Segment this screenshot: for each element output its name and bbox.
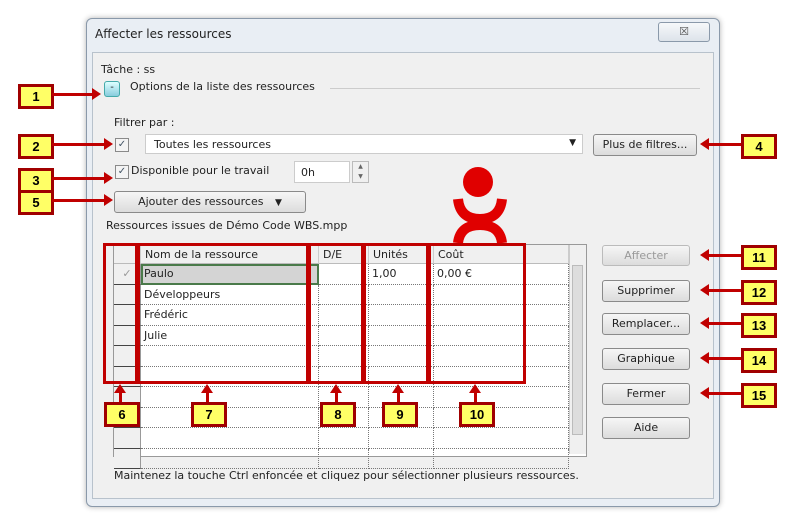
arrow-icon [52, 199, 106, 202]
cell-name[interactable] [141, 387, 319, 408]
more-filters-button[interactable]: Plus de filtres... [593, 134, 697, 156]
arrow-icon [706, 143, 741, 146]
arrowhead-icon [114, 384, 126, 393]
logo [453, 167, 507, 244]
highlight-9 [363, 243, 429, 384]
arrowhead-icon [201, 384, 213, 393]
hours-spinner[interactable]: ▲ ▼ [352, 161, 369, 183]
cell-name[interactable] [141, 407, 319, 428]
arrowhead-icon [700, 249, 709, 261]
cell-cost[interactable] [434, 428, 569, 449]
arrowhead-icon [700, 138, 709, 150]
arrowhead-icon [330, 384, 342, 393]
highlight-8 [308, 243, 364, 384]
vertical-scrollbar[interactable] [569, 245, 586, 454]
callout-14: 14 [741, 348, 777, 373]
arrow-icon [706, 289, 741, 292]
callout-1: 1 [18, 84, 54, 109]
callout-9: 9 [382, 402, 418, 427]
callout-11: 11 [741, 245, 777, 270]
divider [330, 88, 700, 89]
chevron-down-icon: ▼ [569, 138, 576, 148]
replace-button[interactable]: Remplacer... [602, 313, 690, 335]
arrowhead-icon [104, 172, 113, 184]
add-resources-button[interactable]: Ajouter des ressources ▼ [114, 191, 306, 213]
cell-units[interactable] [369, 428, 434, 449]
filter-checkbox[interactable]: ✓ [115, 138, 129, 152]
highlight-10 [428, 243, 526, 384]
scrollbar-thumb[interactable] [572, 265, 583, 435]
help-button[interactable]: Aide [602, 417, 690, 439]
close-button[interactable]: Fermer [602, 383, 690, 405]
add-resources-label: Ajouter des ressources [138, 195, 264, 208]
arrowhead-icon [469, 384, 481, 393]
arrowhead-icon [104, 138, 113, 150]
cell-cost[interactable] [434, 387, 569, 408]
filter-label: Filtrer par : [114, 116, 175, 129]
close-icon[interactable]: ☒ [658, 22, 710, 42]
arrowhead-icon [700, 387, 709, 399]
arrow-icon [52, 177, 106, 180]
callout-7: 7 [191, 402, 227, 427]
highlight-7 [137, 243, 309, 384]
arrowhead-icon [92, 88, 101, 100]
resources-source-label: Ressources issues de Démo Code WBS.mpp [106, 219, 348, 232]
callout-4: 4 [741, 134, 777, 159]
assign-button[interactable]: Affecter [602, 245, 690, 266]
options-label[interactable]: Options de la liste des ressources [130, 80, 315, 93]
callout-5: 5 [18, 190, 54, 215]
cell-cost[interactable] [434, 448, 569, 469]
callout-15: 15 [741, 383, 777, 408]
callout-13: 13 [741, 313, 777, 338]
arrow-icon [52, 143, 106, 146]
row-header[interactable] [114, 448, 141, 469]
arrowhead-icon [104, 194, 113, 206]
row-header[interactable] [114, 428, 141, 449]
hint-text: Maintenez la touche Ctrl enfoncée et cli… [114, 469, 579, 482]
task-label: Tâche : ss [101, 63, 156, 76]
arrowhead-icon [700, 284, 709, 296]
available-label: Disponible pour le travail [131, 164, 270, 177]
arrowhead-icon [700, 352, 709, 364]
callout-6: 6 [104, 402, 140, 427]
filter-value: Toutes les ressources [154, 138, 271, 151]
collapse-options-icon[interactable]: - [104, 81, 120, 97]
cell-de[interactable] [319, 448, 369, 469]
graph-button[interactable]: Graphique [602, 348, 690, 370]
cell-units[interactable] [369, 448, 434, 469]
cell-de[interactable] [319, 428, 369, 449]
cell-name[interactable] [141, 428, 319, 449]
chevron-down-icon: ▼ [274, 198, 282, 208]
cell-name[interactable] [141, 448, 319, 469]
arrowhead-icon [392, 384, 404, 393]
callout-8: 8 [320, 402, 356, 427]
arrow-icon [706, 392, 741, 395]
callout-12: 12 [741, 280, 777, 305]
arrow-icon [706, 357, 741, 360]
callout-2: 2 [18, 134, 54, 159]
available-checkbox[interactable]: ✓ [115, 165, 129, 179]
callout-10: 10 [459, 402, 495, 427]
available-hours-input[interactable]: 0h [294, 161, 350, 183]
highlight-6 [103, 243, 138, 384]
arrowhead-icon [700, 317, 709, 329]
remove-button[interactable]: Supprimer [602, 280, 690, 302]
arrow-icon [706, 322, 741, 325]
arrow-icon [52, 93, 94, 96]
dialog-title: Affecter les ressources [95, 27, 232, 41]
arrow-icon [706, 254, 741, 257]
cell-cost[interactable] [434, 407, 569, 428]
filter-select[interactable]: Toutes les ressources ▼ [145, 134, 583, 154]
